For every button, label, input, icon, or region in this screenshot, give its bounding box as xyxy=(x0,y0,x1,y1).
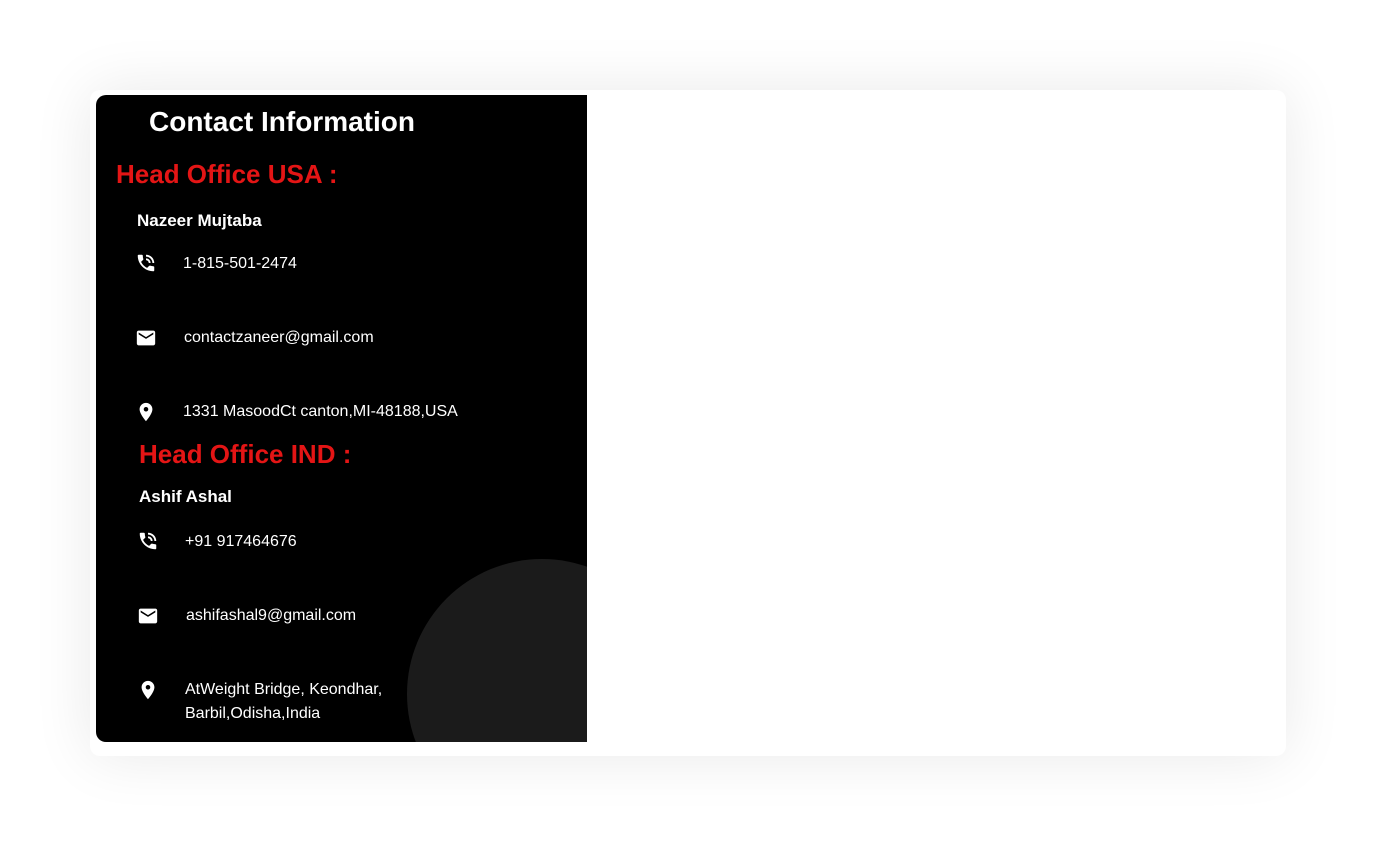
location-pin-icon xyxy=(137,679,159,701)
office-usa-contact-name: Nazeer Mujtaba xyxy=(137,211,262,230)
office-ind-address-line-1: AtWeight Bridge, Keondhar, xyxy=(185,681,383,698)
contact-info-panel: Contact Information Head Office USA : Na… xyxy=(96,95,587,742)
mail-icon xyxy=(135,327,157,349)
decorative-circle xyxy=(407,559,587,742)
location-pin-icon xyxy=(135,401,157,423)
office-ind-address-line-2: Barbil,Odisha,India xyxy=(185,705,321,722)
office-usa-address: 1331 MasoodCt canton,MI-48188,USA xyxy=(183,403,458,420)
mail-icon xyxy=(137,605,159,627)
office-ind-phone-link[interactable]: +91 917464676 xyxy=(185,530,297,554)
panel-title: Contact Information xyxy=(149,106,415,137)
phone-icon xyxy=(137,530,159,552)
office-ind-email-link[interactable]: ashifashal9@gmail.com xyxy=(186,604,356,628)
office-usa-phone-link[interactable]: 1-815-501-2474 xyxy=(183,252,297,276)
phone-icon xyxy=(135,252,157,274)
office-usa-email-link[interactable]: contactzaneer@gmail.com xyxy=(184,326,374,350)
office-usa-heading: Head Office USA : xyxy=(116,159,338,189)
office-ind-contact-name: Ashif Ashal xyxy=(139,487,232,506)
office-ind-heading: Head Office IND : xyxy=(139,439,352,469)
